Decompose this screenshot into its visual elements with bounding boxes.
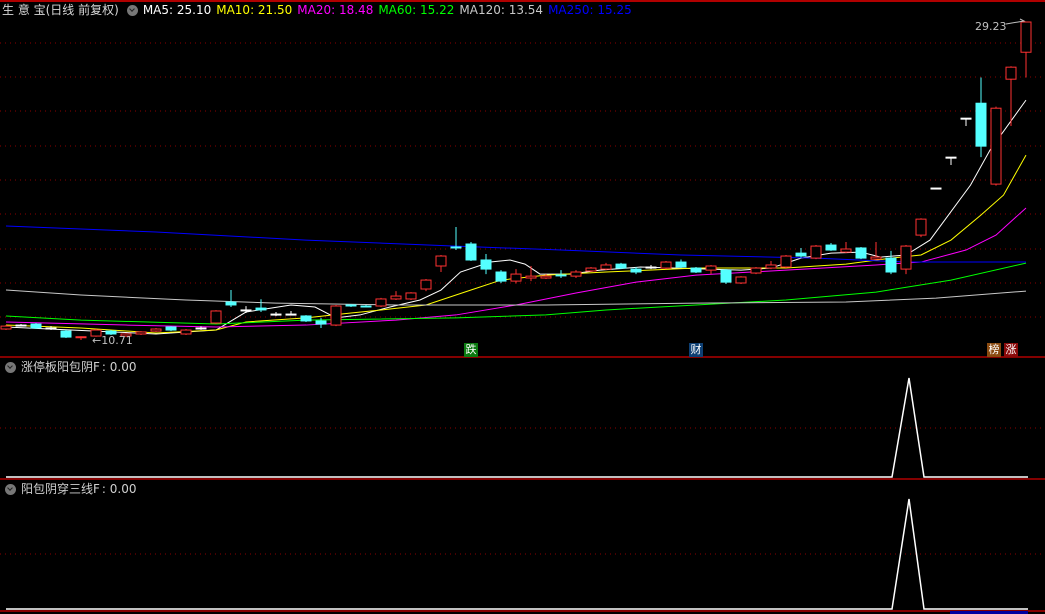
candle-body <box>870 256 882 260</box>
sub1-title: 涨停板阳包阴F <box>21 360 100 374</box>
ma20-label: MA20: 18.48 <box>297 3 374 17</box>
ma120-label: MA120: 13.54 <box>459 3 544 17</box>
candle-body <box>825 244 837 251</box>
candle-body <box>165 326 177 331</box>
candle-body <box>495 271 507 282</box>
candle-body <box>945 156 957 159</box>
ma5-label: MA5: 25.10 <box>142 3 212 17</box>
candle-body <box>855 247 867 259</box>
candle-body <box>270 313 282 316</box>
marker-bang[interactable]: 榜 <box>987 343 1001 357</box>
candle-body <box>45 327 57 330</box>
candle-body <box>660 261 672 269</box>
candle-body <box>225 301 237 306</box>
candle-body <box>555 274 567 277</box>
high-price-label: 29.23 <box>975 20 1007 33</box>
candle-body <box>690 267 702 273</box>
candle-body <box>0 325 12 330</box>
candle-body <box>315 320 327 325</box>
candle-body <box>405 292 417 300</box>
candle-body <box>60 330 72 338</box>
candle-body <box>885 257 897 273</box>
marker-zhang[interactable]: 涨 <box>1004 343 1018 357</box>
stock-title: 生 意 宝(日线 前复权) <box>2 3 119 17</box>
sub1-signal-line <box>6 377 1028 478</box>
sub1-pane-header: 涨停板阳包阴F : 0.00 <box>2 359 141 375</box>
candle-body <box>1005 66 1017 80</box>
candle-body <box>480 259 492 270</box>
candle-body <box>390 295 402 300</box>
candle-body <box>150 328 162 332</box>
candle-body <box>210 310 222 324</box>
candle-body <box>675 261 687 268</box>
ma-line-ma10 <box>5 154 1027 334</box>
candle-body <box>930 187 942 190</box>
candle-body <box>990 107 1002 185</box>
candle-body <box>960 117 972 120</box>
candle-body <box>750 267 762 274</box>
candle-body <box>300 315 312 322</box>
candle-body <box>720 269 732 283</box>
chevron-down-icon[interactable] <box>5 361 16 373</box>
candle-body <box>525 275 537 279</box>
low-price-label: ←10.71 <box>92 334 133 347</box>
candle-body <box>810 245 822 259</box>
candle-body <box>765 264 777 269</box>
candle-body <box>840 248 852 253</box>
ma250-label: MA250: 15.25 <box>548 3 632 17</box>
candle-body <box>615 263 627 269</box>
candle-body <box>255 307 267 311</box>
candle-body <box>240 309 252 312</box>
candle-body <box>540 275 552 279</box>
candle-body <box>795 252 807 257</box>
sub2-signal-line <box>6 498 1028 610</box>
candle-body <box>780 255 792 268</box>
candle-body <box>330 305 342 326</box>
candle-body <box>510 273 522 282</box>
candle-body <box>570 271 582 277</box>
ma10-label: MA10: 21.50 <box>216 3 293 17</box>
candle-body <box>630 268 642 273</box>
sub2-pane-header: 阳包阴穿三线F : 0.00 <box>2 481 141 497</box>
candle-body <box>975 102 987 147</box>
candle-body <box>600 264 612 270</box>
candle-body <box>285 313 297 316</box>
candle-body <box>420 279 432 290</box>
sub2-title: 阳包阴穿三线F <box>21 482 100 496</box>
marker-cai[interactable]: 财 <box>689 343 703 357</box>
candle-body <box>375 298 387 307</box>
candle-body <box>645 266 657 269</box>
candle-body <box>735 276 747 284</box>
candle-body <box>915 218 927 236</box>
candle-body <box>360 305 372 308</box>
sub1-value: : 0.00 <box>101 360 137 374</box>
chevron-down-icon[interactable] <box>5 483 16 495</box>
candle-body <box>75 336 87 339</box>
ma-line-ma20 <box>5 207 1027 328</box>
main-pane-header: 生 意 宝(日线 前复权) MA5: 25.10 MA10: 21.50 MA2… <box>2 2 637 18</box>
sub2-value: : 0.00 <box>101 482 137 496</box>
candle-body <box>135 331 147 335</box>
candle-body <box>435 255 447 267</box>
candle-body <box>1020 21 1032 53</box>
chart-canvas[interactable] <box>0 0 1045 614</box>
marker-die[interactable]: 跌 <box>464 343 478 357</box>
ma60-label: MA60: 15.22 <box>378 3 455 17</box>
candle-body <box>585 267 597 272</box>
candle-body <box>705 265 717 271</box>
candle-body <box>345 304 357 307</box>
candle-body <box>195 327 207 330</box>
candle-body <box>450 246 462 249</box>
candle-body <box>465 243 477 261</box>
candle-body <box>15 324 27 327</box>
chevron-down-icon[interactable] <box>126 4 138 16</box>
candle-body <box>30 323 42 329</box>
candle-body <box>900 245 912 270</box>
candle-body <box>180 329 192 335</box>
